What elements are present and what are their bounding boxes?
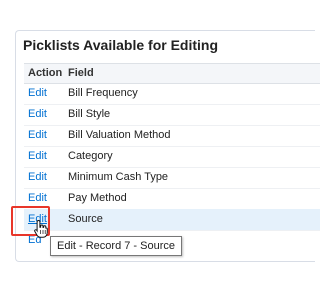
field-name: Bill Valuation Method <box>68 129 171 141</box>
table-row: Edit Bill Style <box>24 104 320 126</box>
table-row-selected: Edit Source <box>24 209 320 231</box>
edit-link[interactable]: Edit <box>28 108 47 120</box>
field-name: Minimum Cash Type <box>68 171 169 183</box>
edit-link[interactable]: Edit <box>28 192 47 204</box>
table-header: Action Field <box>24 63 320 84</box>
field-name: Source <box>68 213 103 225</box>
table-row: Edit Minimum Cash Type <box>24 167 320 189</box>
table-row: Edit Category <box>24 146 320 168</box>
column-header-action: Action <box>28 67 63 79</box>
edit-link[interactable]: Edit <box>28 171 47 183</box>
edit-link[interactable]: Edit <box>28 129 47 141</box>
edit-link[interactable]: Edit <box>28 150 47 162</box>
field-name: Bill Style <box>68 108 111 120</box>
picklists-panel: Picklists Available for Editing Action F… <box>15 30 320 262</box>
field-name: Pay Method <box>68 192 127 204</box>
table-row: Edit Pay Method <box>24 188 320 210</box>
tooltip: Edit - Record 7 - Source <box>50 236 182 256</box>
field-name: Category <box>68 150 113 162</box>
table-row: Edit Bill Frequency <box>24 83 320 105</box>
field-name: Bill Frequency <box>68 87 138 99</box>
column-header-field: Field <box>68 67 94 79</box>
edit-link[interactable]: Edit <box>28 87 47 99</box>
panel-title: Picklists Available for Editing <box>23 37 219 53</box>
table-row: Edit Bill Valuation Method <box>24 125 320 147</box>
hand-pointer-icon <box>34 219 48 238</box>
